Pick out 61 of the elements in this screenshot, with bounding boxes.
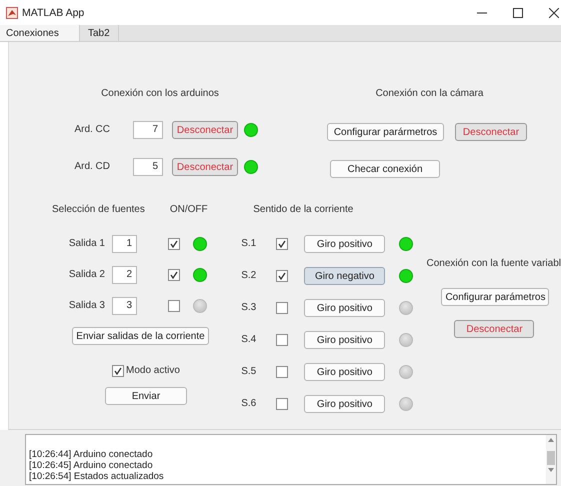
checkbox[interactable] bbox=[112, 365, 124, 377]
row-label: S.2 bbox=[241, 270, 258, 282]
section-title: Conexión con la cámara bbox=[374, 88, 484, 100]
checkbox[interactable] bbox=[276, 334, 288, 346]
number-field[interactable]: 5 bbox=[133, 158, 163, 176]
log-line: [10:26:44] Arduino conectado bbox=[29, 449, 154, 460]
number-field[interactable]: 3 bbox=[112, 297, 137, 315]
number-field[interactable]: 1 bbox=[112, 235, 137, 253]
close-icon[interactable] bbox=[549, 8, 559, 18]
checkbox[interactable] bbox=[276, 398, 288, 410]
checkbox[interactable] bbox=[168, 238, 180, 250]
send-outputs-button[interactable]: Enviar salidas de la corriente bbox=[72, 327, 209, 345]
checkbox[interactable] bbox=[276, 302, 288, 314]
disconnect-button[interactable]: Desconectar bbox=[172, 158, 238, 176]
toggle-button[interactable]: Giro negativo bbox=[304, 267, 386, 285]
app-icon bbox=[6, 6, 18, 18]
checkbox[interactable] bbox=[168, 269, 180, 281]
number-field[interactable]: 7 bbox=[133, 121, 163, 139]
action-button[interactable]: Configurar parámetros bbox=[441, 288, 550, 306]
toggle-button[interactable]: Giro positivo bbox=[304, 395, 386, 413]
action-button[interactable]: Checar conexión bbox=[330, 160, 440, 178]
field-label: Salida 2 bbox=[68, 269, 105, 281]
maximize-icon[interactable] bbox=[513, 8, 523, 18]
action-button[interactable]: Desconectar bbox=[455, 123, 527, 141]
section-title: Sentido de la corriente bbox=[253, 204, 354, 216]
toggle-button[interactable]: Giro positivo bbox=[304, 331, 386, 349]
section-title: Conexión con los arduinos bbox=[100, 88, 220, 100]
checkbox[interactable] bbox=[276, 238, 288, 250]
row-label: S.1 bbox=[241, 238, 258, 250]
row-label: S.5 bbox=[241, 366, 258, 378]
field-label: Ard. CD bbox=[73, 161, 110, 173]
tab[interactable]: Conexiones bbox=[0, 25, 80, 41]
checkbox[interactable] bbox=[276, 366, 288, 378]
action-button[interactable]: Configurar parármetros bbox=[327, 123, 444, 141]
row-label: S.6 bbox=[241, 398, 258, 410]
checkbox[interactable] bbox=[168, 300, 180, 312]
number-field[interactable]: 2 bbox=[112, 266, 137, 284]
field-label: Salida 1 bbox=[68, 238, 105, 250]
field-label: Ard. CC bbox=[73, 124, 110, 136]
toggle-button[interactable]: Giro positivo bbox=[304, 299, 386, 317]
log-line: [10:26:54] Estados actualizados bbox=[29, 471, 165, 482]
disconnect-button[interactable]: Desconectar bbox=[172, 121, 238, 139]
section-title: Conexión con la fuente variabl bbox=[426, 258, 561, 270]
toggle-button[interactable]: Giro positivo bbox=[304, 363, 386, 381]
row-label: S.3 bbox=[241, 302, 258, 314]
field-label: Salida 3 bbox=[68, 300, 105, 312]
send-button[interactable]: Enviar bbox=[105, 387, 187, 405]
row-label: S.4 bbox=[241, 334, 258, 346]
log-line: [10:26:45] Arduino conectado bbox=[29, 460, 154, 471]
checkbox[interactable] bbox=[276, 270, 288, 282]
toggle-button[interactable]: Giro positivo bbox=[304, 235, 386, 253]
action-button[interactable]: Desconectar bbox=[454, 320, 534, 338]
scroll-down-icon[interactable] bbox=[548, 468, 554, 472]
checkbox-label: Modo activo bbox=[126, 365, 180, 377]
scroll-thumb[interactable] bbox=[547, 451, 555, 465]
log-area[interactable]: [10:26:44] Arduino conectado [10:26:45] Arduino conectado [10:26:54] Estados actualizados bbox=[25, 434, 557, 485]
scrollbar[interactable] bbox=[546, 435, 556, 484]
scroll-up-icon[interactable] bbox=[548, 438, 554, 442]
window-title: MATLAB App bbox=[22, 6, 84, 18]
section-title: Selección de fuentes bbox=[52, 204, 145, 216]
column-header: ON/OFF bbox=[170, 204, 208, 216]
